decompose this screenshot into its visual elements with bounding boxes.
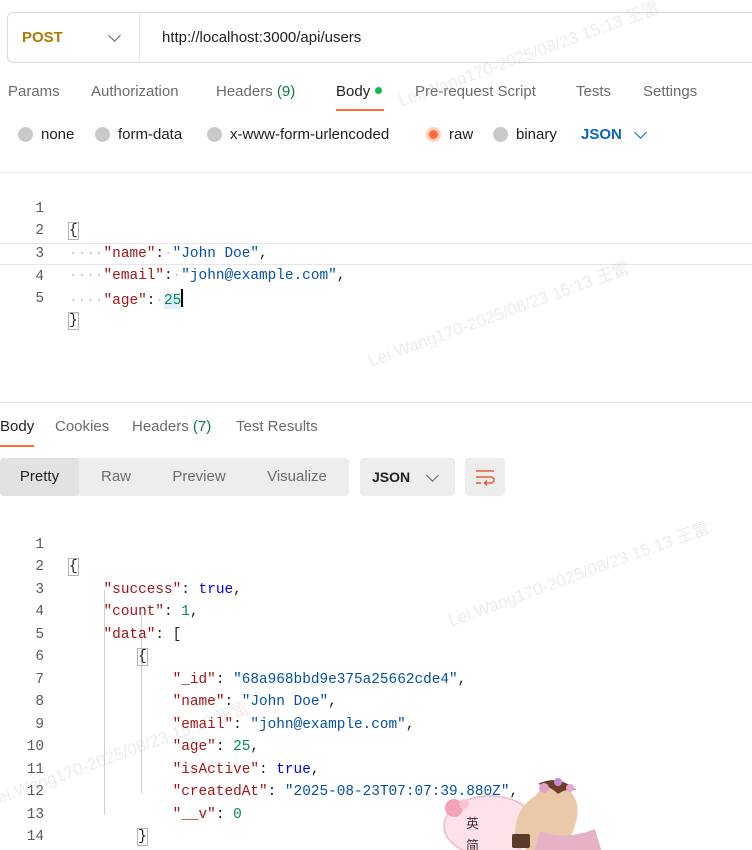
tab-body[interactable]: Body	[336, 83, 383, 100]
chevron-down-icon	[633, 126, 647, 139]
view-visualize-button[interactable]: Visualize	[245, 458, 349, 496]
radio-icon	[95, 127, 110, 142]
active-tab-indicator	[336, 109, 384, 111]
code-line: 10 "isActive": true,	[0, 714, 752, 778]
code-line: 13 }	[0, 781, 752, 846]
resp-tab-headers-label: Headers	[132, 418, 189, 435]
code-line: 3 "count": 1,	[0, 556, 752, 621]
tab-tests[interactable]: Tests	[576, 83, 611, 100]
wrap-lines-button[interactable]	[465, 458, 505, 496]
ime-avatar-icon	[443, 778, 602, 850]
tab-authorization[interactable]: Authorization	[91, 83, 179, 100]
view-pretty-button[interactable]: Pretty	[0, 458, 79, 496]
tab-headers-label: Headers	[216, 83, 273, 100]
code-line: 11 "createdAt": "2025-08-23T07:07:39.880…	[0, 736, 752, 801]
ime-mode-label: 英	[466, 816, 480, 831]
code-text: }	[68, 312, 79, 330]
tab-body-label: Body	[336, 83, 371, 100]
view-raw-button[interactable]: Raw	[79, 458, 153, 496]
resp-tab-body[interactable]: Body	[0, 418, 34, 435]
ime-script-label: 简	[466, 838, 480, 850]
view-mode-group: Pretty Raw Preview Visualize	[0, 458, 349, 496]
tab-pre-request-script[interactable]: Pre-request Script	[415, 83, 536, 100]
radio-none-label: none	[41, 126, 75, 143]
code-line: 9 "age": 25,	[0, 691, 752, 756]
code-line: 4 "data": [	[0, 579, 752, 643]
code-line-active: 4 ····"age":·25	[0, 242, 752, 309]
code-text: }	[137, 828, 148, 846]
response-format-select[interactable]: JSON	[360, 458, 455, 496]
tab-settings[interactable]: Settings	[643, 83, 697, 100]
json-value: 25	[164, 292, 182, 309]
code-line: 7 "name": "John Doe",	[0, 646, 752, 711]
url-input[interactable]	[140, 29, 700, 46]
resp-active-tab-indicator	[0, 445, 34, 447]
code-text: ····"age":·25	[69, 288, 183, 313]
radio-binary-label: binary	[516, 126, 557, 143]
view-preview-button[interactable]: Preview	[153, 458, 245, 496]
radio-raw[interactable]: raw	[426, 126, 473, 143]
radio-form-data[interactable]: form-data	[95, 126, 182, 143]
request-body-editor[interactable]: 1 { 2 ····"name":·"John Doe", 3 ····"ema…	[0, 172, 752, 402]
code-line: 14 ]	[0, 804, 752, 845]
tab-headers[interactable]: Headers (9)	[216, 83, 295, 100]
wrap-lines-icon	[476, 470, 495, 486]
radio-urlencoded[interactable]: x-www-form-urlencoded	[207, 126, 389, 143]
radio-none[interactable]: none	[18, 126, 74, 143]
json-key: "age"	[103, 292, 147, 309]
resp-headers-count: (7)	[192, 418, 212, 435]
text-cursor	[181, 288, 183, 307]
response-format-label: JSON	[372, 469, 411, 485]
radio-binary[interactable]: binary	[493, 126, 557, 143]
headers-count: (9)	[276, 83, 296, 100]
ime-floating-widget[interactable]: 英 简	[440, 776, 605, 850]
radio-icon	[493, 127, 508, 142]
chevron-down-icon	[108, 29, 121, 42]
code-line: 8 "email": "john@example.com",	[0, 669, 752, 733]
code-line: 6 "_id": "68a968bbd9e375a25662cde4",	[0, 624, 752, 688]
status-dot	[375, 87, 383, 94]
resp-tab-test-results[interactable]: Test Results	[236, 418, 318, 435]
code-line: 2 ····"name":·"John Doe",	[0, 198, 752, 262]
response-body-viewer[interactable]: 1 { 2 "success": true, 3 "count": 1, 4 "…	[0, 510, 752, 850]
code-line: 12 "__v": 0	[0, 759, 752, 823]
radio-icon	[18, 127, 33, 142]
radio-raw-label: raw	[449, 126, 474, 143]
radio-urlencoded-label: x-www-form-urlencoded	[230, 126, 390, 143]
code-line: 2 "success": true,	[0, 534, 752, 598]
method-select[interactable]: POST	[8, 13, 140, 62]
radio-form-data-label: form-data	[118, 126, 183, 143]
language-select[interactable]: JSON	[581, 126, 647, 143]
chevron-down-icon	[426, 468, 439, 482]
code-line: 1 {	[0, 511, 752, 576]
line-number: 5	[35, 290, 44, 307]
code-line: 5 {	[0, 601, 752, 666]
resp-tab-headers[interactable]: Headers (7)	[132, 418, 211, 435]
code-line: 1 {	[0, 175, 752, 240]
language-label: JSON	[581, 126, 622, 143]
tab-params[interactable]: Params	[8, 83, 60, 100]
code-line: 3 ····"email":·"john@example.com",	[0, 220, 752, 285]
radio-selected-icon	[426, 127, 441, 142]
line-number: 14	[26, 829, 44, 845]
response-divider[interactable]	[0, 402, 752, 410]
url-bar: POST	[7, 12, 752, 63]
resp-tab-cookies[interactable]: Cookies	[55, 418, 109, 435]
radio-icon	[207, 127, 222, 142]
method-label: POST	[22, 29, 63, 46]
code-line: 5 }	[0, 265, 752, 330]
